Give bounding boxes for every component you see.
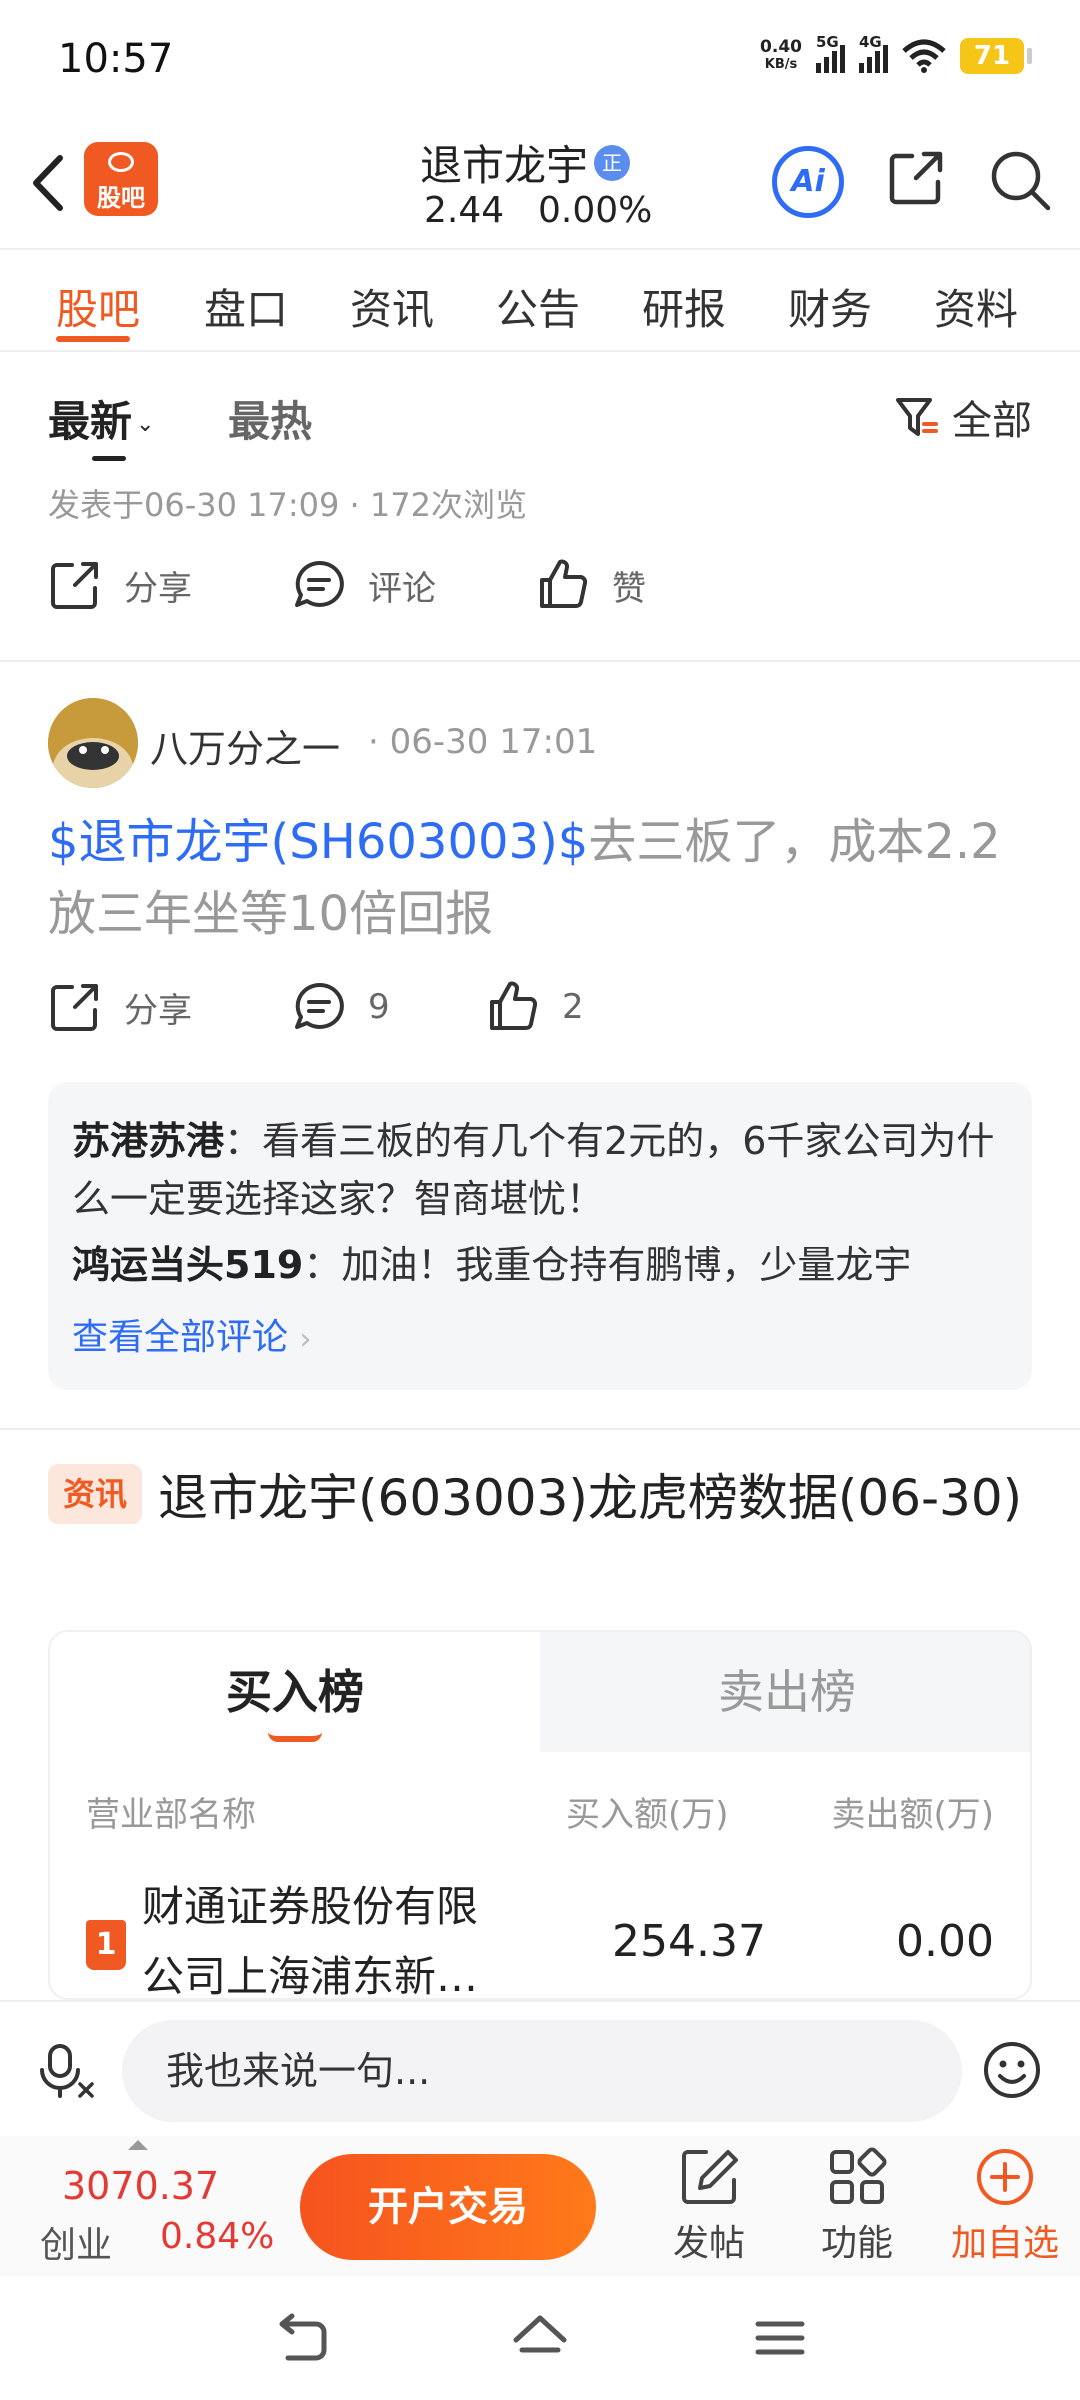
section-tabs: 股吧 盘口 资讯 公告 研报 财务 资料 bbox=[0, 252, 1080, 352]
share-icon[interactable] bbox=[886, 148, 946, 208]
chevron-down-icon: ⌄ bbox=[136, 412, 155, 437]
post-actions: 分享 9 2 bbox=[0, 980, 1080, 1050]
chevron-left-icon[interactable] bbox=[28, 148, 68, 218]
thumbs-up-icon bbox=[540, 559, 588, 608]
divider bbox=[0, 1428, 1080, 1430]
ai-button[interactable]: Ai bbox=[772, 146, 844, 218]
menu-nav-icon[interactable] bbox=[750, 2310, 810, 2366]
dragon-tiger-card: 买入榜 卖出榜 营业部名称 买入额(万) 卖出额(万) 1 财通证券股份有限公司… bbox=[48, 1630, 1032, 2000]
filter-icon bbox=[896, 398, 938, 436]
tab-announcements[interactable]: 公告 bbox=[496, 276, 580, 337]
status-time: 10:57 bbox=[58, 36, 174, 82]
comment-input-bar: 我也来说一句... bbox=[0, 2000, 1080, 2136]
tab-guba[interactable]: 股吧 bbox=[56, 276, 140, 337]
grid-icon bbox=[830, 2147, 887, 2204]
thumbs-up-icon bbox=[490, 981, 538, 1030]
comment-icon bbox=[295, 560, 344, 607]
tab-profile[interactable]: 资料 bbox=[934, 276, 1018, 337]
home-nav-icon[interactable] bbox=[510, 2310, 570, 2366]
tab-research[interactable]: 研报 bbox=[642, 276, 726, 337]
index-value[interactable]: 3070.37 bbox=[62, 2164, 219, 2208]
rank-badge: 1 bbox=[86, 1920, 126, 1970]
plus-circle-icon bbox=[977, 2149, 1033, 2205]
bottom-toolbar: 3070.37 创业 0.84% 开户交易 发帖 功能 加自选 bbox=[0, 2136, 1080, 2276]
column-header-name: 营业部名称 bbox=[86, 1795, 256, 1835]
signal-4g-icon: 4G bbox=[859, 33, 888, 73]
new-post-button[interactable]: 发帖 bbox=[654, 2146, 764, 2266]
comment-item: 苏港苏港：看看三板的有几个有2元的，6千家公司为什么一定要选择这家？智商堪忧！ bbox=[72, 1119, 995, 1221]
view-all-comments-link[interactable]: 查看全部评论 › bbox=[72, 1308, 1008, 1360]
system-nav-bar bbox=[0, 2276, 1080, 2400]
comment-icon bbox=[295, 982, 344, 1029]
signal-5g-icon: 5G bbox=[816, 33, 845, 73]
comment-button[interactable]: 评论 bbox=[292, 558, 436, 612]
sort-latest[interactable]: 最新 ⌄ bbox=[48, 388, 154, 449]
avatar-image bbox=[48, 698, 138, 788]
share-button[interactable]: 分享 bbox=[48, 558, 192, 612]
post-actions: 分享 评论 赞 bbox=[0, 558, 1080, 628]
share-icon bbox=[51, 562, 98, 609]
functions-button[interactable]: 功能 bbox=[802, 2146, 912, 2266]
add-to-watchlist-button[interactable]: 加自选 bbox=[950, 2146, 1060, 2266]
author-name[interactable]: 八万分之一 bbox=[150, 718, 340, 773]
share-icon bbox=[51, 984, 98, 1031]
stock-name: 退市龙宇 正 bbox=[420, 132, 631, 193]
chevron-right-icon: › bbox=[299, 1322, 312, 1357]
share-button[interactable]: 分享 bbox=[48, 980, 192, 1034]
voice-input-icon[interactable] bbox=[38, 2040, 98, 2100]
like-button[interactable]: 赞 bbox=[536, 558, 646, 612]
emoji-icon[interactable] bbox=[982, 2040, 1042, 2100]
avatar[interactable] bbox=[48, 698, 138, 788]
paper-plane-icon bbox=[108, 152, 134, 172]
wifi-icon bbox=[902, 39, 946, 73]
comment-input[interactable]: 我也来说一句... bbox=[122, 2020, 962, 2122]
active-tab-indicator bbox=[56, 336, 130, 342]
enterprise-badge: 正 bbox=[594, 144, 631, 181]
comment-preview[interactable]: 苏港苏港：看看三板的有几个有2元的，6千家公司为什么一定要选择这家？智商堪忧！ … bbox=[48, 1082, 1032, 1390]
stock-header: 股吧 退市龙宇 正 2.44 0.00% Ai bbox=[0, 120, 1080, 250]
post-meta: 发表于06-30 17:09 · 172次浏览 bbox=[48, 486, 527, 524]
battery-indicator: 71 bbox=[960, 38, 1032, 74]
edit-icon bbox=[682, 2150, 738, 2204]
buy-amount: 254.37 bbox=[612, 1916, 766, 1967]
comment-button[interactable]: 9 bbox=[292, 980, 390, 1034]
sort-hot[interactable]: 最热 bbox=[228, 388, 312, 449]
search-icon[interactable] bbox=[988, 148, 1052, 212]
divider bbox=[0, 660, 1080, 662]
guba-logo[interactable]: 股吧 bbox=[84, 142, 158, 216]
status-icons: 0.40 KB/s 5G 4G 71 bbox=[760, 33, 1032, 74]
status-bar: 10:57 0.40 KB/s 5G 4G 71 bbox=[0, 0, 1080, 120]
open-account-trade-button[interactable]: 开户交易 bbox=[300, 2154, 596, 2260]
stock-link[interactable]: $退市龙宇(SH603003)$ bbox=[48, 814, 588, 870]
net-speed: 0.40 KB/s bbox=[760, 37, 802, 72]
stock-change: 0.00% bbox=[538, 190, 653, 231]
sell-amount: 0.00 bbox=[896, 1916, 994, 1967]
news-badge: 资讯 bbox=[48, 1464, 142, 1524]
tab-sell-list[interactable]: 卖出榜 bbox=[540, 1632, 1030, 1752]
like-button[interactable]: 2 bbox=[486, 980, 584, 1034]
filter-button[interactable]: 全部 bbox=[894, 388, 1032, 446]
sort-indicator bbox=[92, 456, 126, 461]
tab-finance[interactable]: 财务 bbox=[788, 276, 872, 337]
caret-up-icon bbox=[128, 2140, 148, 2150]
tab-pankou[interactable]: 盘口 bbox=[204, 276, 288, 337]
column-header-buy: 买入额(万) bbox=[566, 1795, 729, 1835]
column-header-sell: 卖出额(万) bbox=[831, 1795, 994, 1835]
back-nav-icon[interactable] bbox=[272, 2310, 332, 2366]
news-title[interactable]: 退市龙宇(603003)龙虎榜数据(06-30) bbox=[48, 1460, 1038, 1536]
comment-item: 鸿运当头519：加油！我重仓持有鹏博，少量龙宇 bbox=[72, 1243, 912, 1287]
broker-name: 财通证券股份有限公司上海浦东新… bbox=[142, 1882, 479, 2000]
active-tab-indicator bbox=[268, 1732, 322, 1742]
index-change[interactable]: 0.84% bbox=[160, 2216, 274, 2257]
post-content[interactable]: $退市龙宇(SH603003)$去三板了，成本2.2放三年坐等10倍回报 bbox=[48, 806, 1038, 950]
stock-price: 2.44 bbox=[424, 190, 505, 231]
post-time: · 06-30 17:01 bbox=[368, 722, 598, 762]
index-name[interactable]: 创业 bbox=[40, 2216, 112, 2268]
tab-news[interactable]: 资讯 bbox=[350, 276, 434, 337]
